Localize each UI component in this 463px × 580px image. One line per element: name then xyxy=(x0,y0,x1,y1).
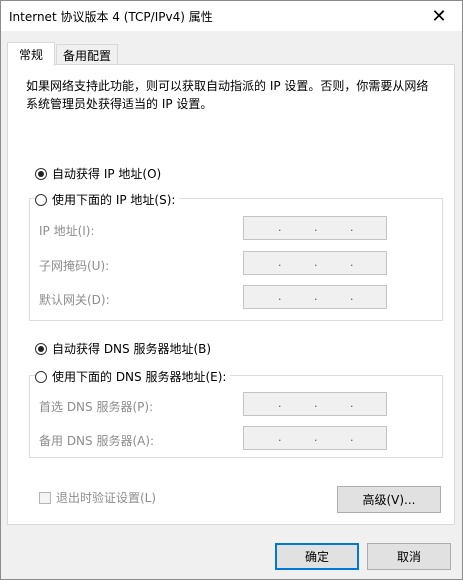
manual-dns-label: 使用下面的 DNS 服务器地址(E): xyxy=(52,370,227,384)
alternate-dns-label: 备用 DNS 服务器(A): xyxy=(39,434,155,448)
manual-ip-label: 使用下面的 IP 地址(S): xyxy=(52,193,176,207)
title-bar: Internet 协议版本 4 (TCP/IPv4) 属性 ✕ xyxy=(1,1,462,31)
close-icon[interactable]: ✕ xyxy=(416,1,462,31)
tab-general[interactable]: 常规 xyxy=(7,42,55,66)
ip-address-input[interactable]: ... xyxy=(243,216,387,240)
advanced-button[interactable]: 高级(V)... xyxy=(337,486,441,513)
radio-unchecked-icon xyxy=(35,193,47,206)
checkbox-icon xyxy=(39,491,51,504)
general-tab-panel: 如果网络支持此功能，则可以获取自动指派的 IP 设置。否则，你需要从网络系统管理… xyxy=(7,64,455,525)
description-text: 如果网络支持此功能，则可以获取自动指派的 IP 设置。否则，你需要从网络系统管理… xyxy=(26,79,429,111)
ip-address-label: IP 地址(I): xyxy=(39,224,95,238)
subnet-mask-label: 子网掩码(U): xyxy=(39,259,110,273)
radio-unchecked-icon xyxy=(35,370,47,383)
default-gateway-input[interactable]: ... xyxy=(243,285,387,309)
window-title: Internet 协议版本 4 (TCP/IPv4) 属性 xyxy=(9,10,213,24)
preferred-dns-label: 首选 DNS 服务器(P): xyxy=(39,400,154,414)
ok-button[interactable]: 确定 xyxy=(275,543,359,570)
radio-checked-icon xyxy=(35,342,47,355)
default-gateway-label: 默认网关(D): xyxy=(39,293,110,307)
manual-ip-radio[interactable]: 使用下面的 IP 地址(S): xyxy=(35,191,180,208)
validate-on-exit-label: 退出时验证设置(L) xyxy=(56,491,157,505)
subnet-mask-input[interactable]: ... xyxy=(243,251,387,275)
cancel-button[interactable]: 取消 xyxy=(367,543,451,570)
auto-dns-radio[interactable]: 自动获得 DNS 服务器地址(B) xyxy=(35,340,211,357)
auto-ip-label: 自动获得 IP 地址(O) xyxy=(52,167,162,181)
alternate-dns-input[interactable]: ... xyxy=(243,426,387,450)
auto-dns-label: 自动获得 DNS 服务器地址(B) xyxy=(52,342,212,356)
preferred-dns-input[interactable]: ... xyxy=(243,392,387,416)
radio-checked-icon xyxy=(35,167,47,180)
manual-dns-radio[interactable]: 使用下面的 DNS 服务器地址(E): xyxy=(35,368,231,385)
properties-dialog: Internet 协议版本 4 (TCP/IPv4) 属性 ✕ 常规 备用配置 … xyxy=(0,0,463,580)
validate-on-exit-checkbox[interactable]: 退出时验证设置(L) xyxy=(39,489,156,506)
auto-ip-radio[interactable]: 自动获得 IP 地址(O) xyxy=(35,165,161,182)
tab-alternate-config[interactable]: 备用配置 xyxy=(56,44,118,65)
